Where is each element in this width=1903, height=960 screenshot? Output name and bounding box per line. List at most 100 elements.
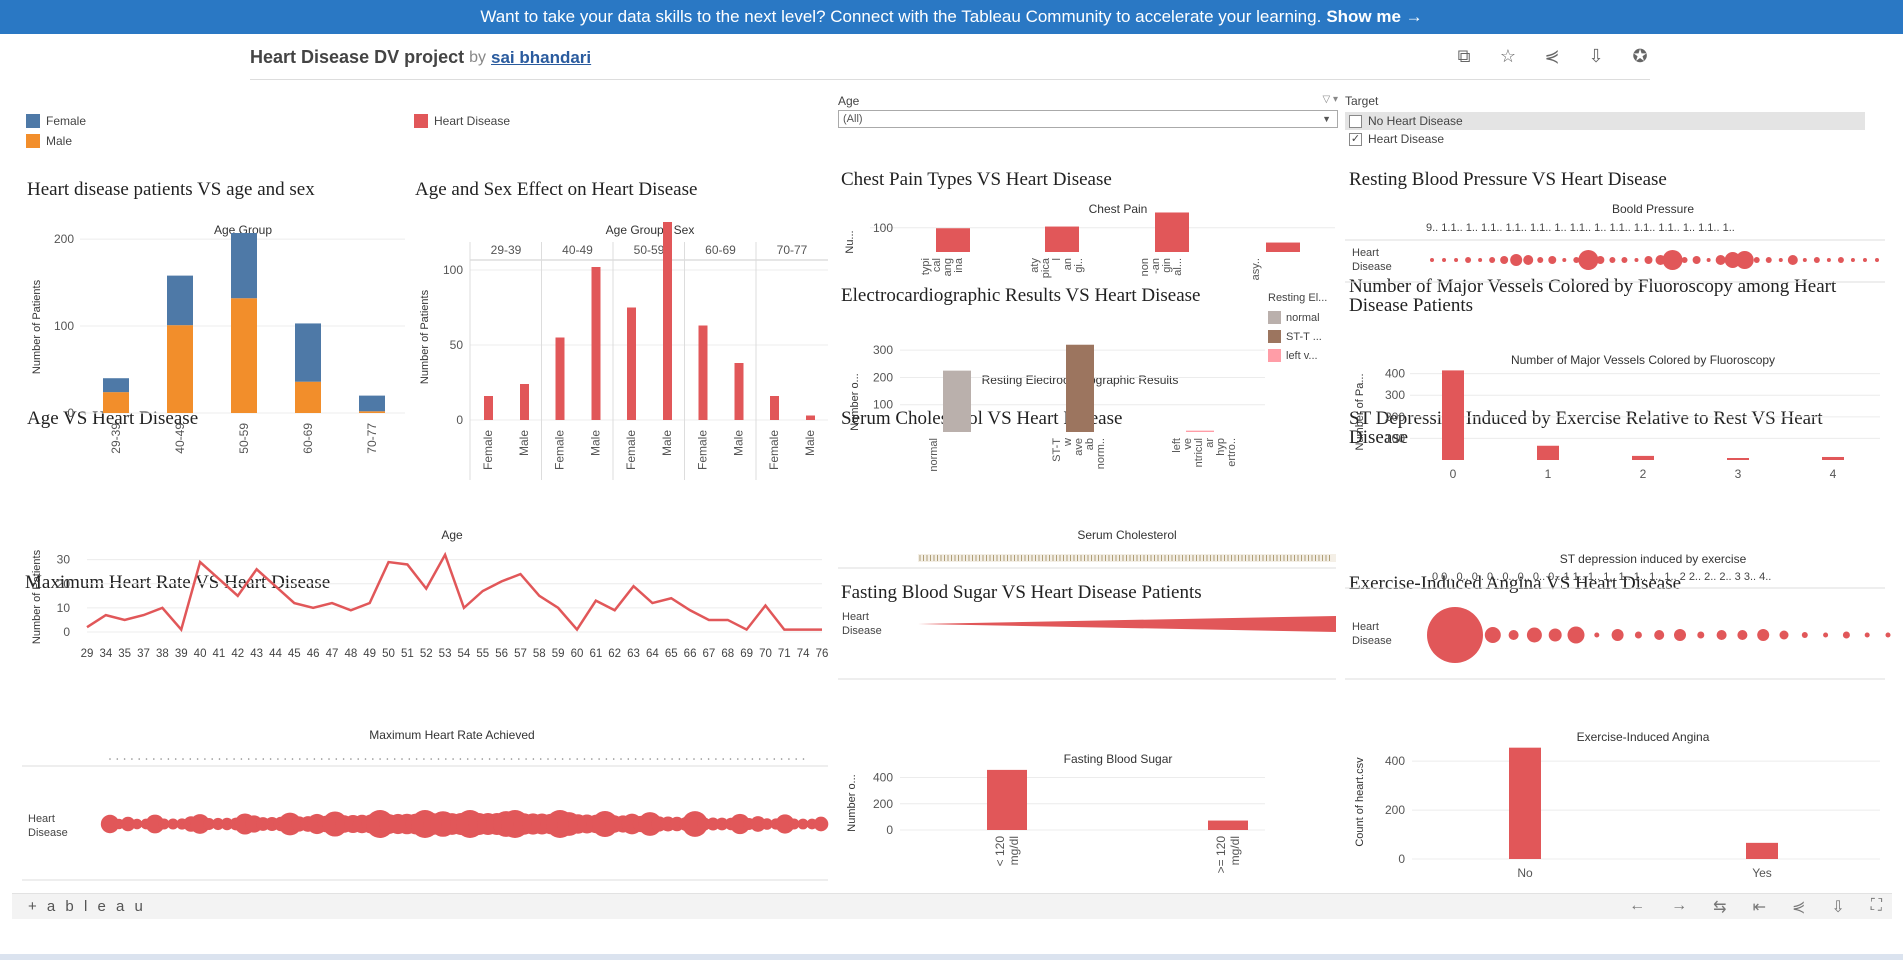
x-tick-label: 53 — [439, 648, 452, 660]
star-icon[interactable]: ☆ — [1498, 46, 1518, 66]
tick-dot — [547, 758, 549, 760]
bar-male — [591, 267, 601, 420]
tick-dot — [335, 758, 338, 760]
tableau-footer: + a b l e a u ← → ⇆ ⇤ ⋞ ⇩ ⛶ — [12, 893, 1892, 919]
x-tick-label: 46 — [307, 648, 320, 660]
x-tick-label: 76 — [816, 648, 829, 660]
x-tick-label: normal — [928, 438, 940, 472]
share-icon[interactable]: ⋞ — [1542, 46, 1562, 66]
x-tick-label: Male — [589, 430, 603, 456]
x-axis-title: Fasting Blood Sugar — [1064, 752, 1173, 766]
banner-text: Want to take your data skills to the nex… — [480, 7, 1322, 26]
bp-dot — [1442, 258, 1447, 262]
bp-dot — [1621, 257, 1628, 263]
x-tick-label: 74 — [797, 648, 810, 660]
y-tick-label: 0 — [1398, 852, 1405, 866]
x-tick-label: al... — [1172, 258, 1184, 276]
tick-dot — [401, 758, 403, 760]
tick-label-row: 9.. 1.1.. 1.. 1.1.. 1.1.. 1.1.. 1.. 1.1.… — [1426, 222, 1735, 234]
bar — [943, 370, 971, 432]
x-tick-label: 38 — [156, 648, 169, 660]
tick-dot — [299, 758, 301, 760]
revert-icon[interactable]: ⇆ — [1713, 897, 1726, 917]
tick-dot — [145, 758, 148, 760]
show-me-link[interactable]: Show me → — [1326, 7, 1422, 27]
row-label: Heart — [1352, 621, 1379, 633]
bp-dot — [1826, 258, 1831, 262]
row-label: Heart — [842, 611, 869, 623]
tick-dot — [766, 758, 768, 760]
x-tick-label: 0 — [1450, 467, 1457, 481]
x-axis-title: Maximum Heart Rate Achieved — [369, 728, 534, 742]
tick-dot — [342, 758, 345, 760]
x-tick-label: 60 — [571, 648, 584, 660]
tick-dot — [452, 758, 454, 760]
bp-dot — [1578, 250, 1599, 270]
bp-dot — [1548, 256, 1557, 264]
tick-dot — [138, 758, 140, 760]
author-link[interactable]: sai bhandari — [491, 48, 591, 68]
tick-dot — [707, 758, 710, 760]
copy-icon[interactable]: ⧉ — [1454, 46, 1474, 66]
st-dot — [1548, 628, 1562, 642]
tick-dot — [240, 758, 243, 760]
chart-title-c5: Electrocardiographic Results VS Heart Di… — [841, 285, 1200, 306]
bar — [987, 769, 1027, 830]
x-axis-title: Age — [441, 528, 463, 542]
x-tick-label: 71 — [778, 648, 791, 660]
download-icon[interactable]: ⇩ — [1586, 46, 1606, 66]
x-tick-label: 62 — [608, 648, 621, 660]
fullscreen-icon[interactable]: ⛶ — [1871, 897, 1882, 917]
charts-canvas: Heart disease patients VS age and sex Ag… — [22, 169, 1891, 881]
x-tick-label: Female — [767, 430, 781, 470]
x-tick-label: < 120 — [993, 836, 1007, 867]
bar-male — [663, 222, 672, 420]
tick-dot — [211, 758, 213, 760]
x-tick-label: 50 — [382, 648, 395, 660]
bar-female — [627, 307, 636, 420]
tick-dot — [488, 758, 491, 760]
bp-dot — [1706, 258, 1711, 262]
tick-dot — [634, 758, 637, 760]
bp-dot — [1489, 257, 1496, 263]
st-dot — [1674, 629, 1686, 641]
y-tick-label: 10 — [57, 601, 71, 615]
bar-female — [295, 323, 321, 382]
st-dot — [1526, 627, 1542, 643]
x-tick-label: gi.. — [1073, 258, 1085, 273]
share-icon[interactable]: ⋞ — [1792, 897, 1805, 917]
undo-icon[interactable]: ← — [1629, 897, 1645, 917]
st-dot — [1842, 631, 1850, 639]
viz-title: Heart Disease DV project — [250, 47, 465, 67]
download-icon[interactable]: ⇩ — [1831, 897, 1844, 917]
x-tick-label: 3 — [1735, 467, 1742, 481]
st-dot — [1801, 632, 1808, 638]
bp-dot — [1662, 250, 1683, 270]
bp-dot — [1500, 256, 1509, 264]
x-tick-label: >= 120 — [1214, 836, 1228, 874]
first-icon[interactable]: ⇤ — [1753, 897, 1766, 917]
x-tick-label: 47 — [326, 648, 339, 660]
st-dot — [1737, 630, 1748, 640]
badge-icon[interactable]: ✪ — [1630, 46, 1650, 66]
row-label: Heart — [1352, 247, 1379, 259]
redo-icon[interactable]: → — [1671, 897, 1687, 917]
bar — [1186, 430, 1214, 432]
tick-dot — [277, 758, 279, 760]
bp-dot — [1644, 256, 1653, 264]
bar-female — [555, 337, 565, 420]
x-tick-label: ertro.. — [1226, 438, 1238, 467]
y-tick-label: 100 — [1385, 431, 1405, 445]
x-tick-label: 45 — [288, 648, 301, 660]
chart-title-c6b: Disease Patients — [1349, 295, 1473, 316]
tableau-logo[interactable]: + a b l e a u — [28, 898, 146, 915]
x-tick-label: 55 — [476, 648, 489, 660]
x-axis-title: ST depression induced by exercise — [1560, 552, 1747, 566]
y-tick-label: 200 — [1385, 803, 1405, 817]
community-banner[interactable]: Want to take your data skills to the nex… — [0, 0, 1903, 34]
tick-dot — [233, 758, 235, 760]
bar — [1746, 842, 1778, 859]
x-tick-label: 58 — [533, 648, 546, 660]
bp-dot — [1765, 257, 1772, 263]
y-tick-label: 100 — [873, 398, 893, 412]
